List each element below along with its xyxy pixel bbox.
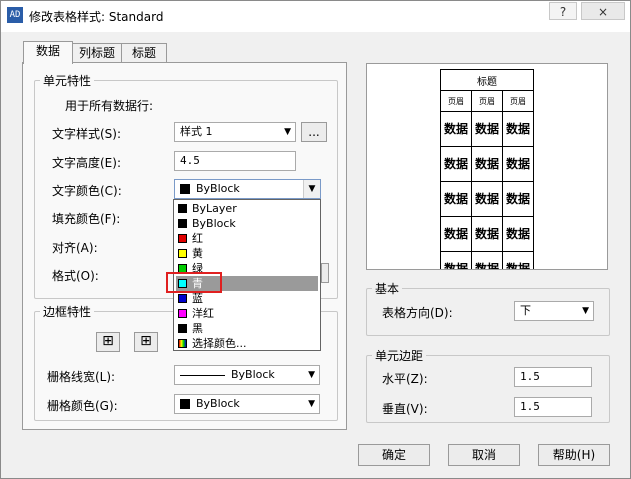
line-weight-select[interactable]: ByBlock ▼ <box>174 365 320 385</box>
chevron-down-icon: ▼ <box>303 180 320 198</box>
line-sample <box>180 374 225 376</box>
border-props-legend: 边框特性 <box>43 305 92 319</box>
line-weight-label: 栅格线宽(L): <box>47 370 116 384</box>
horizontal-margin-input[interactable]: 1.5 <box>514 367 592 387</box>
close-button[interactable]: × <box>581 2 625 20</box>
line-color-select[interactable]: ByBlock ▼ <box>174 394 320 414</box>
fill-color-label: 填充颜色(F): <box>52 212 121 226</box>
preview-data-cell: 数据 <box>440 251 472 269</box>
tab-title[interactable]: 标题 <box>121 43 167 63</box>
all-borders-icon[interactable]: ⊞ <box>96 332 120 352</box>
color-option-label: 选择颜色... <box>192 337 247 350</box>
color-option-label: 蓝 <box>192 292 203 305</box>
text-height-input[interactable]: 4.5 <box>174 151 296 171</box>
color-swatch <box>180 399 190 409</box>
tab-data[interactable]: 数据 <box>23 41 73 64</box>
direction-select[interactable]: 下 ▼ <box>514 301 594 321</box>
preview-data-cell: 数据 <box>440 146 472 182</box>
color-option-bylayer[interactable]: ByLayer <box>176 201 318 216</box>
format-label: 格式(O): <box>52 269 99 283</box>
table-preview: 标题 页眉 页眉 页眉 数据 数据 数据 数据 数据 数据 数据 数据 数据 数… <box>366 63 608 270</box>
cell-props-legend: 单元特性 <box>43 74 92 88</box>
color-swatch <box>180 184 190 194</box>
preview-data-cell: 数据 <box>471 181 503 217</box>
preview-data-cell: 数据 <box>471 216 503 252</box>
color-option-label: 黑 <box>192 322 203 335</box>
dialog-window: AD 修改表格样式: Standard ? × 数据 列标题 标题 单元特性 用… <box>0 0 631 479</box>
color-option-yellow[interactable]: 黄 <box>176 246 318 261</box>
line-weight-value: ByBlock <box>231 368 275 381</box>
palette-icon <box>178 338 187 348</box>
text-color-value: ByBlock <box>196 182 240 195</box>
outside-borders-icon[interactable]: ⊞ <box>134 332 158 352</box>
direction-label: 表格方向(D): <box>382 306 453 320</box>
vertical-margin-input[interactable]: 1.5 <box>514 397 592 417</box>
color-swatch <box>178 203 187 213</box>
apply-all-label: 用于所有数据行: <box>65 99 154 113</box>
color-option-label: ByLayer <box>192 202 237 215</box>
preview-header-cell: 页眉 <box>440 90 472 112</box>
text-style-select[interactable]: 样式 1 ▼ <box>174 122 296 142</box>
text-style-value: 样式 1 <box>180 125 213 138</box>
cancel-button[interactable]: 取消 <box>448 444 520 466</box>
color-swatch <box>178 293 187 303</box>
line-color-label: 栅格颜色(G): <box>47 399 118 413</box>
vertical-margin-label: 垂直(V): <box>382 402 428 416</box>
ok-button[interactable]: 确定 <box>358 444 430 466</box>
browse-style-button[interactable]: ... <box>301 122 327 142</box>
color-option-label: 洋红 <box>192 307 214 320</box>
preview-data-cell: 数据 <box>440 181 472 217</box>
help-titlebar-button[interactable]: ? <box>549 2 577 20</box>
color-option-blue[interactable]: 蓝 <box>176 291 318 306</box>
highlight-annotation-box <box>166 272 222 293</box>
preview-data-cell: 数据 <box>440 111 472 147</box>
preview-table: 标题 页眉 页眉 页眉 数据 数据 数据 数据 数据 数据 数据 数据 数据 数… <box>440 69 534 269</box>
basic-legend: 基本 <box>375 282 400 296</box>
color-option-black[interactable]: 黑 <box>176 321 318 336</box>
color-option-label: ByBlock <box>192 217 236 230</box>
preview-data-cell: 数据 <box>440 216 472 252</box>
align-label: 对齐(A): <box>52 241 98 255</box>
text-color-label: 文字颜色(C): <box>52 184 122 198</box>
color-swatch <box>178 233 187 243</box>
color-swatch <box>178 218 187 228</box>
preview-data-cell: 数据 <box>471 251 503 269</box>
color-option-red[interactable]: 红 <box>176 231 318 246</box>
color-swatch <box>178 248 187 258</box>
horizontal-margin-label: 水平(Z): <box>382 372 428 386</box>
chevron-down-icon: ▼ <box>308 370 315 380</box>
color-option-label: 红 <box>192 232 203 245</box>
preview-data-cell: 数据 <box>502 181 534 217</box>
color-option-magenta[interactable]: 洋红 <box>176 306 318 321</box>
text-height-label: 文字高度(E): <box>52 156 121 170</box>
color-option-choose[interactable]: 选择颜色... <box>176 336 318 351</box>
direction-value: 下 <box>520 304 531 317</box>
color-swatch <box>178 323 187 333</box>
format-browse-button[interactable] <box>321 263 329 283</box>
text-color-select[interactable]: ByBlock ▼ <box>174 179 321 199</box>
window-title: 修改表格样式: Standard <box>29 10 164 24</box>
color-option-byblock[interactable]: ByBlock <box>176 216 318 231</box>
preview-data-cell: 数据 <box>471 146 503 182</box>
chevron-down-icon: ▼ <box>582 306 589 316</box>
app-icon: AD <box>7 7 23 23</box>
tab-column-header[interactable]: 列标题 <box>71 43 123 63</box>
preview-data-cell: 数据 <box>471 111 503 147</box>
preview-data-cell: 数据 <box>502 216 534 252</box>
color-swatch <box>178 308 187 318</box>
text-style-label: 文字样式(S): <box>52 127 122 141</box>
color-option-label: 黄 <box>192 247 203 260</box>
preview-header-cell: 页眉 <box>502 90 534 112</box>
line-color-value: ByBlock <box>196 397 240 410</box>
preview-data-cell: 数据 <box>502 146 534 182</box>
help-button[interactable]: 帮助(H) <box>538 444 610 466</box>
chevron-down-icon: ▼ <box>308 399 315 409</box>
preview-title-cell: 标题 <box>440 69 534 91</box>
preview-data-cell: 数据 <box>502 111 534 147</box>
preview-data-cell: 数据 <box>502 251 534 269</box>
preview-header-cell: 页眉 <box>471 90 503 112</box>
margins-legend: 单元边距 <box>375 349 424 363</box>
title-bar: AD 修改表格样式: Standard ? × <box>1 1 630 32</box>
chevron-down-icon: ▼ <box>284 127 291 137</box>
